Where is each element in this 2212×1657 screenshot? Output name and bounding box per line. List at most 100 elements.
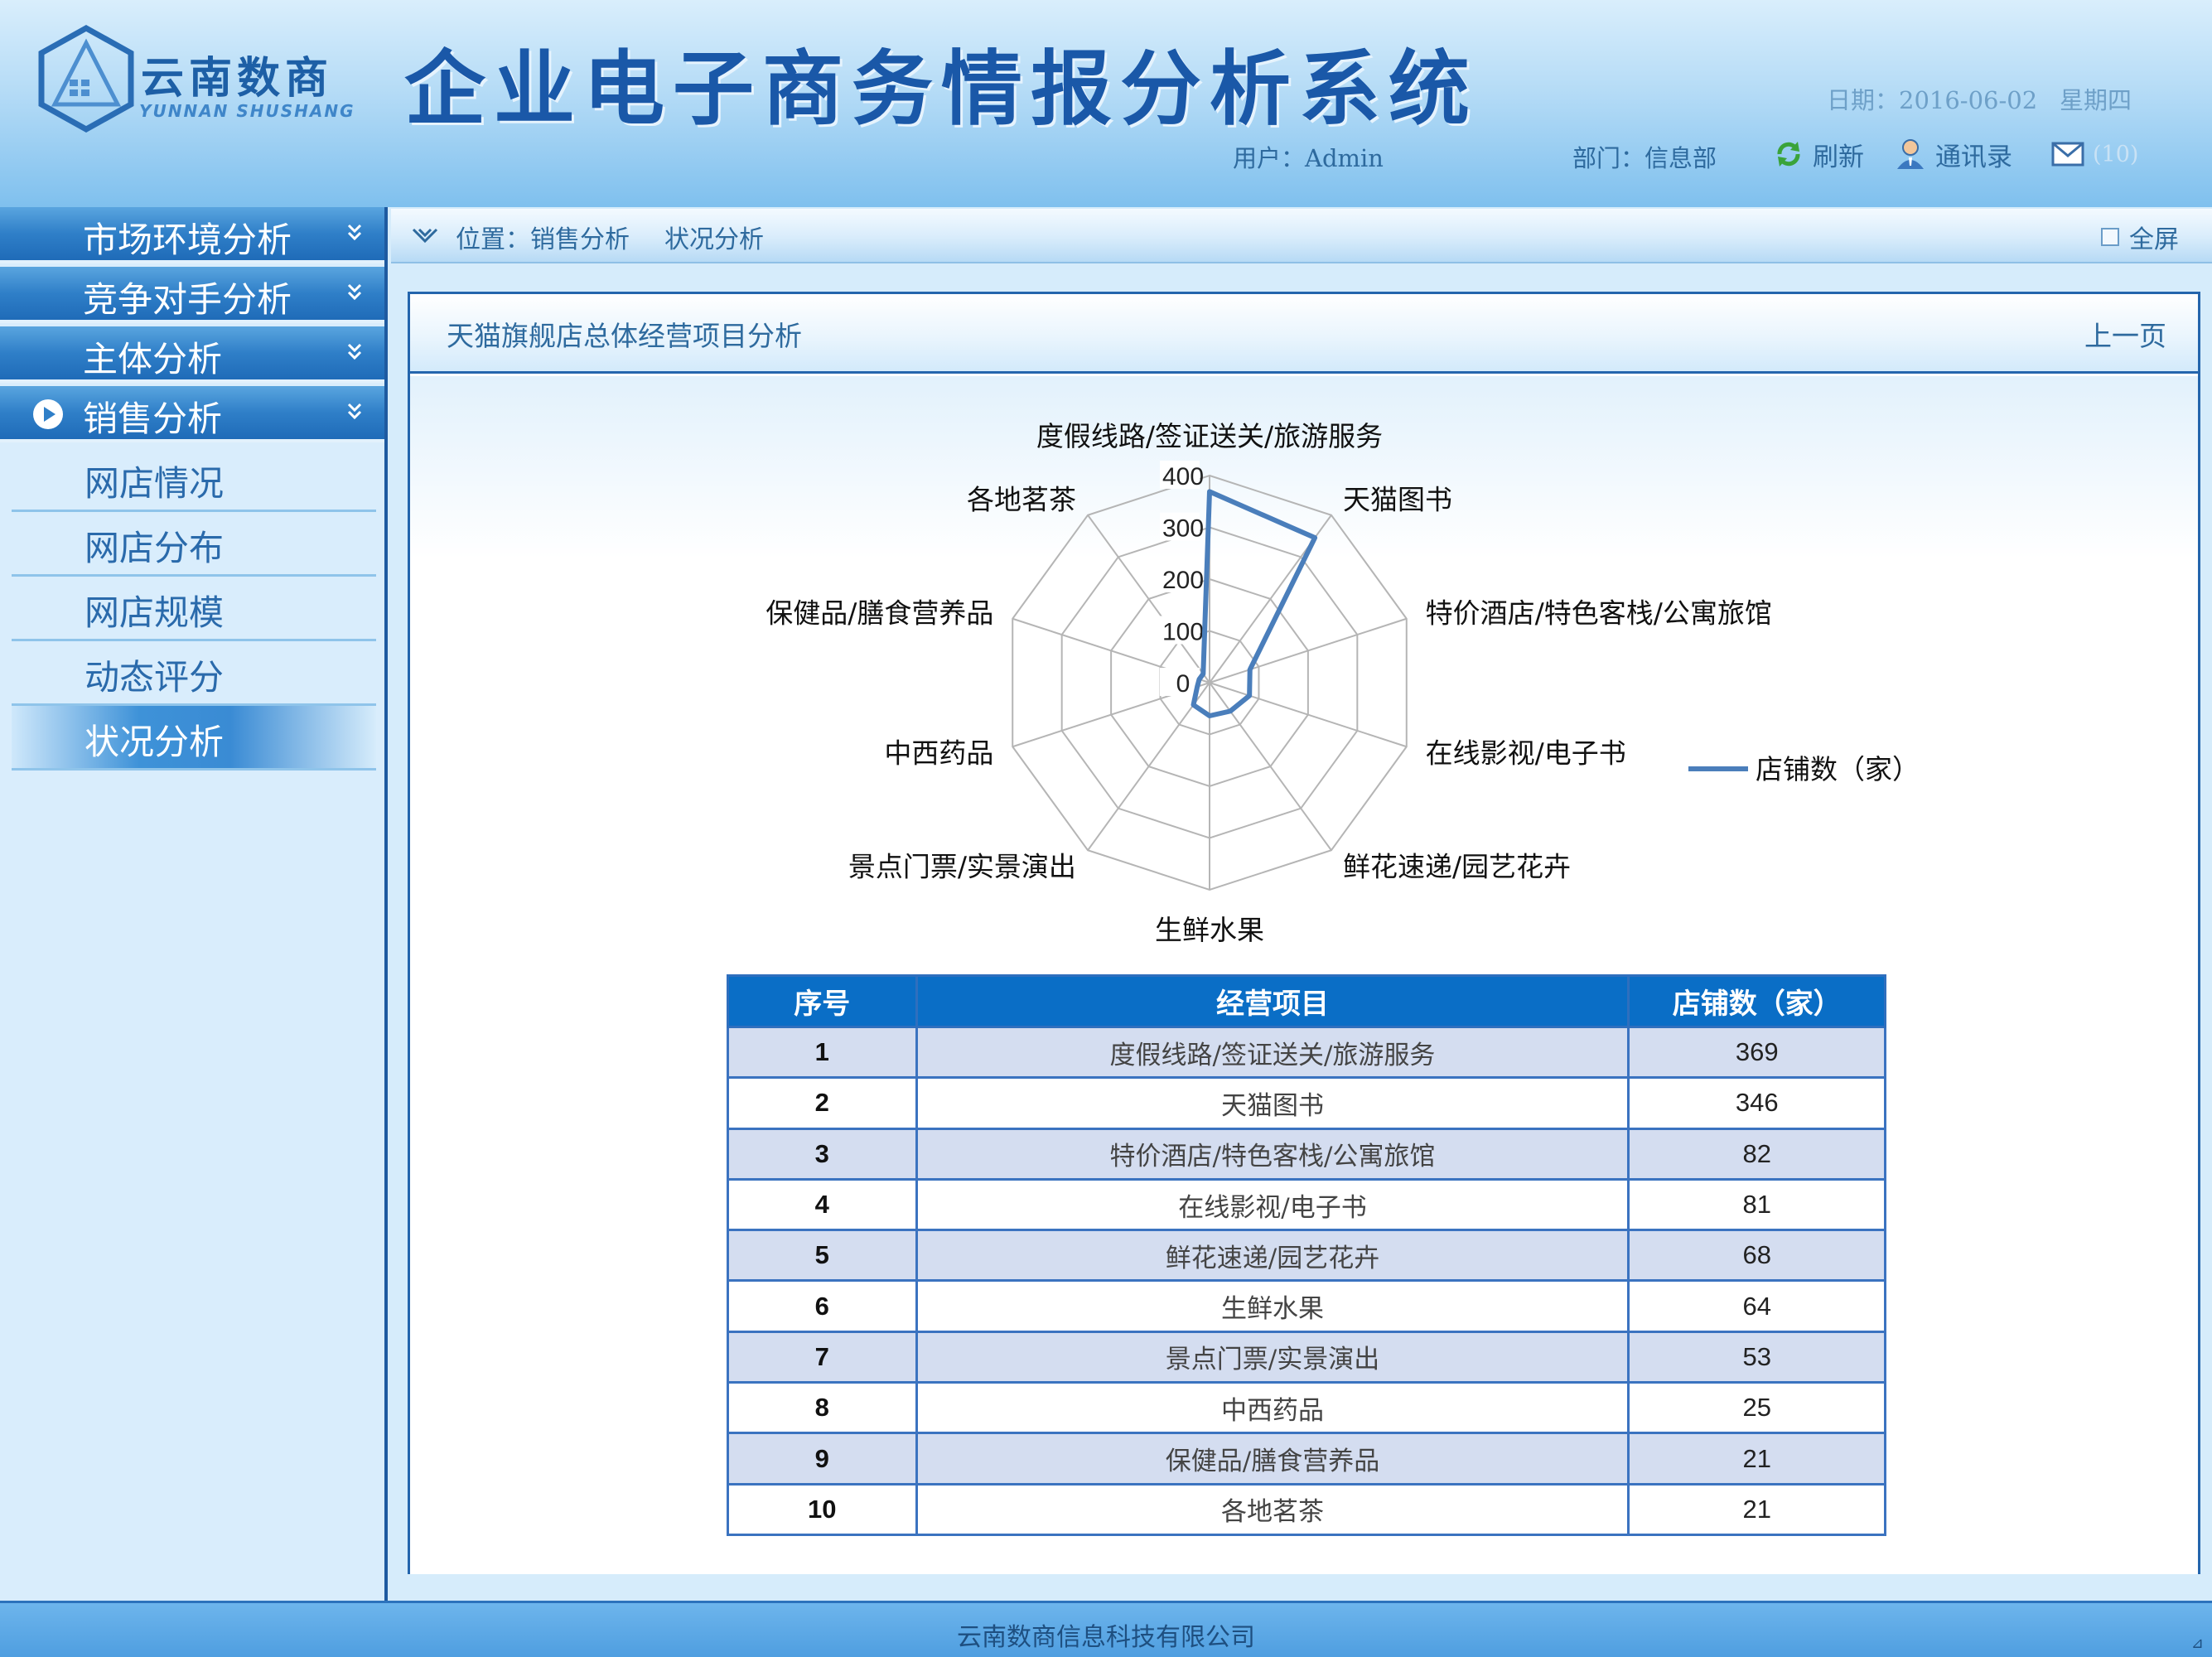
radar-category-label: 中西药品	[884, 737, 993, 770]
table-row: 6 生鲜水果 64	[727, 1279, 1886, 1333]
radar-category-label: 特价酒店/特色客栈/公寓旅馆	[1426, 597, 1772, 629]
radar-category-label: 各地茗茶	[967, 483, 1076, 515]
table-cell-count: 346	[1627, 1076, 1886, 1130]
department-label: 部门：信息部	[1572, 144, 1717, 172]
sidebar-category-market[interactable]: 市场环境分析	[0, 207, 384, 263]
radar-category-label: 度假线路/签证送关/旅游服务	[1036, 420, 1383, 452]
table-header-item: 经营项目	[915, 974, 1630, 1028]
sidebar-item-label: 动态评分	[85, 657, 225, 698]
fullscreen-icon	[2101, 228, 2119, 246]
prev-page-link[interactable]: 上一页	[2084, 314, 2166, 354]
radar-category-label: 景点门票/实景演出	[848, 851, 1076, 883]
radar-point	[1196, 685, 1199, 688]
sidebar-category-label: 销售分析	[83, 399, 223, 439]
sidebar-item-label: 状况分析	[85, 722, 225, 762]
table-cell-index: 9	[727, 1432, 918, 1486]
resize-grip-icon[interactable]: ⊿	[2191, 1635, 2204, 1652]
radar-point	[1209, 715, 1210, 717]
sidebar-category-sales[interactable]: 销售分析	[0, 386, 384, 442]
sidebar-category-competitor[interactable]: 竞争对手分析	[0, 267, 384, 323]
table-cell-count: 82	[1627, 1127, 1886, 1181]
radar-point	[1192, 703, 1195, 706]
table-cell-item: 度假线路/签证送关/旅游服务	[915, 1025, 1630, 1080]
radar-point	[1202, 673, 1205, 675]
user-label: 用户：Admin	[1233, 144, 1384, 172]
weekday-label: 星期四	[2060, 86, 2132, 114]
table-row: 1 度假线路/签证送关/旅游服务 369	[727, 1025, 1886, 1080]
legend-label: 店铺数（家）	[1756, 753, 1920, 785]
refresh-button[interactable]: 刷新	[1773, 138, 1864, 172]
table-cell-count: 53	[1627, 1330, 1886, 1384]
table-cell-item: 景点门票/实景演出	[915, 1330, 1630, 1384]
fullscreen-button[interactable]: 全屏	[2101, 219, 2179, 255]
table-header-row: 序号 经营项目 店铺数（家）	[727, 974, 1886, 1028]
table-cell-count: 64	[1627, 1279, 1886, 1333]
panel-title: 天猫旗舰店总体经营项目分析	[447, 320, 802, 352]
radar-tick-label: 400	[1162, 463, 1204, 490]
table-row: 2 天猫图书 346	[727, 1076, 1886, 1130]
sidebar-category-label: 主体分析	[83, 339, 223, 379]
data-table: 序号 经营项目 店铺数（家） 1 度假线路/签证送关/旅游服务 369 2 天猫图书 34…	[727, 974, 1886, 1536]
refresh-icon	[1777, 142, 1800, 167]
table-cell-item: 保健品/膳食营养品	[915, 1432, 1630, 1486]
mail-icon	[2051, 142, 2084, 167]
table-cell-count: 81	[1627, 1177, 1886, 1232]
table-cell-index: 3	[727, 1127, 918, 1181]
radar-tick-label: 300	[1162, 515, 1204, 543]
refresh-label: 刷新	[1813, 142, 1864, 172]
radar-tick-label: 200	[1162, 567, 1204, 594]
table-cell-item: 鲜花速递/园艺花卉	[915, 1229, 1630, 1283]
breadcrumb-current: 状况分析	[664, 225, 764, 254]
sidebar-item-label: 网店规模	[85, 592, 225, 633]
table-row: 5 鲜花速递/园艺花卉 68	[727, 1229, 1886, 1283]
table-row: 4 在线影视/电子书 81	[727, 1177, 1886, 1232]
play-icon	[33, 399, 63, 429]
chevron-down-icon	[347, 283, 362, 301]
breadcrumb-bar: 位置：销售分析 状况分析 全屏	[391, 209, 2212, 263]
logo-icon	[38, 25, 134, 133]
table-cell-index: 5	[727, 1229, 918, 1283]
radar-category-label: 天猫图书	[1343, 483, 1452, 515]
table-cell-index: 1	[727, 1025, 918, 1080]
radar-point	[1248, 694, 1251, 697]
table-cell-index: 4	[727, 1177, 918, 1232]
breadcrumb: 位置：销售分析 状况分析	[456, 219, 799, 255]
logo-subtext: YUNNAN SHUSHANG	[139, 101, 355, 121]
sidebar-item-dynamic-rating[interactable]: 动态评分	[12, 641, 376, 706]
table-cell-count: 21	[1627, 1432, 1886, 1486]
table-cell-count: 25	[1627, 1381, 1886, 1435]
radar-point	[1248, 669, 1251, 671]
contacts-button[interactable]: 通讯录	[1894, 138, 2012, 172]
radar-tick-label: 100	[1162, 619, 1204, 646]
sidebar-item-shop-status[interactable]: 网店情况	[12, 447, 376, 512]
mail-button[interactable]: (10)	[2051, 138, 2138, 171]
app-header: 云南数商 YUNNAN SHUSHANG 企业电子商务情报分析系统 日期：201…	[0, 0, 2212, 207]
sidebar-item-shop-distribution[interactable]: 网店分布	[12, 512, 376, 577]
table-cell-item: 在线影视/电子书	[915, 1177, 1630, 1232]
contacts-label: 通讯录	[1935, 142, 2012, 172]
radar-spoke	[1087, 682, 1210, 851]
chevron-down-icon	[347, 403, 362, 420]
sidebar-item-label: 网店分布	[85, 528, 225, 568]
table-header-index: 序号	[727, 974, 918, 1028]
sidebar-item-shop-scale[interactable]: 网店规模	[12, 577, 376, 641]
date-label: 日期：2016-06-02	[1827, 86, 2038, 114]
contacts-icon	[1897, 139, 1924, 169]
table-cell-index: 2	[727, 1076, 918, 1130]
location-chevron-icon	[412, 228, 438, 244]
table-cell-item: 中西药品	[915, 1381, 1630, 1435]
radar-spoke	[1209, 682, 1332, 851]
fullscreen-label: 全屏	[2129, 225, 2179, 254]
panel-header: 天猫旗舰店总体经营项目分析 上一页	[410, 294, 2198, 374]
sidebar-category-label: 市场环境分析	[83, 220, 292, 260]
chevron-down-icon	[347, 224, 362, 241]
sidebar-item-label: 网店情况	[85, 463, 225, 504]
table-cell-item: 生鲜水果	[915, 1279, 1630, 1333]
system-title: 企业电子商务情报分析系统	[404, 42, 1479, 137]
sidebar-category-subject[interactable]: 主体分析	[0, 326, 384, 383]
sidebar: 市场环境分析 竞争对手分析 主体分析 销售分析 网店情况 网店分布 网店规模 动…	[0, 207, 388, 1601]
radar-point	[1314, 537, 1316, 539]
radar-category-label: 鲜花速递/园艺花卉	[1343, 851, 1571, 883]
sidebar-item-status-analysis[interactable]: 状况分析	[12, 706, 376, 771]
table-body: 1 度假线路/签证送关/旅游服务 369 2 天猫图书 346 3 特价酒店/特色客栈/公寓旅…	[727, 1025, 1886, 1536]
